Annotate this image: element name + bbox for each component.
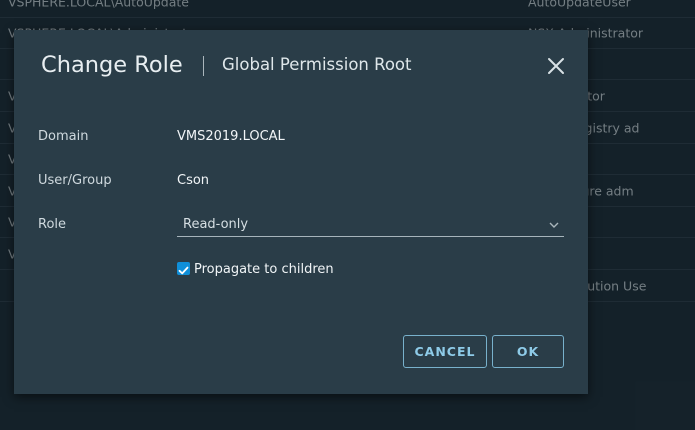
domain-value: VMS2019.LOCAL	[177, 129, 285, 144]
checkmark-icon	[178, 266, 189, 275]
change-role-dialog: Change Role Global Permission Root Domai…	[14, 30, 588, 394]
close-icon	[548, 58, 564, 74]
dialog-title: Change Role	[41, 52, 183, 78]
close-button[interactable]	[545, 55, 567, 77]
role-label: Role	[38, 217, 67, 232]
role-select[interactable]: Read-only	[177, 214, 564, 237]
propagate-checkbox[interactable]	[177, 262, 190, 275]
propagate-label[interactable]: Propagate to children	[194, 262, 334, 277]
domain-label: Domain	[38, 129, 89, 144]
ok-button[interactable]: OK	[492, 335, 564, 368]
chevron-down-icon	[549, 222, 559, 228]
user-group-value: Cson	[177, 173, 210, 188]
dialog-subtitle: Global Permission Root	[222, 55, 412, 74]
cancel-button[interactable]: CANCEL	[403, 335, 487, 368]
role-select-value: Read-only	[183, 217, 249, 232]
user-group-label: User/Group	[38, 173, 112, 188]
title-divider	[203, 56, 204, 76]
